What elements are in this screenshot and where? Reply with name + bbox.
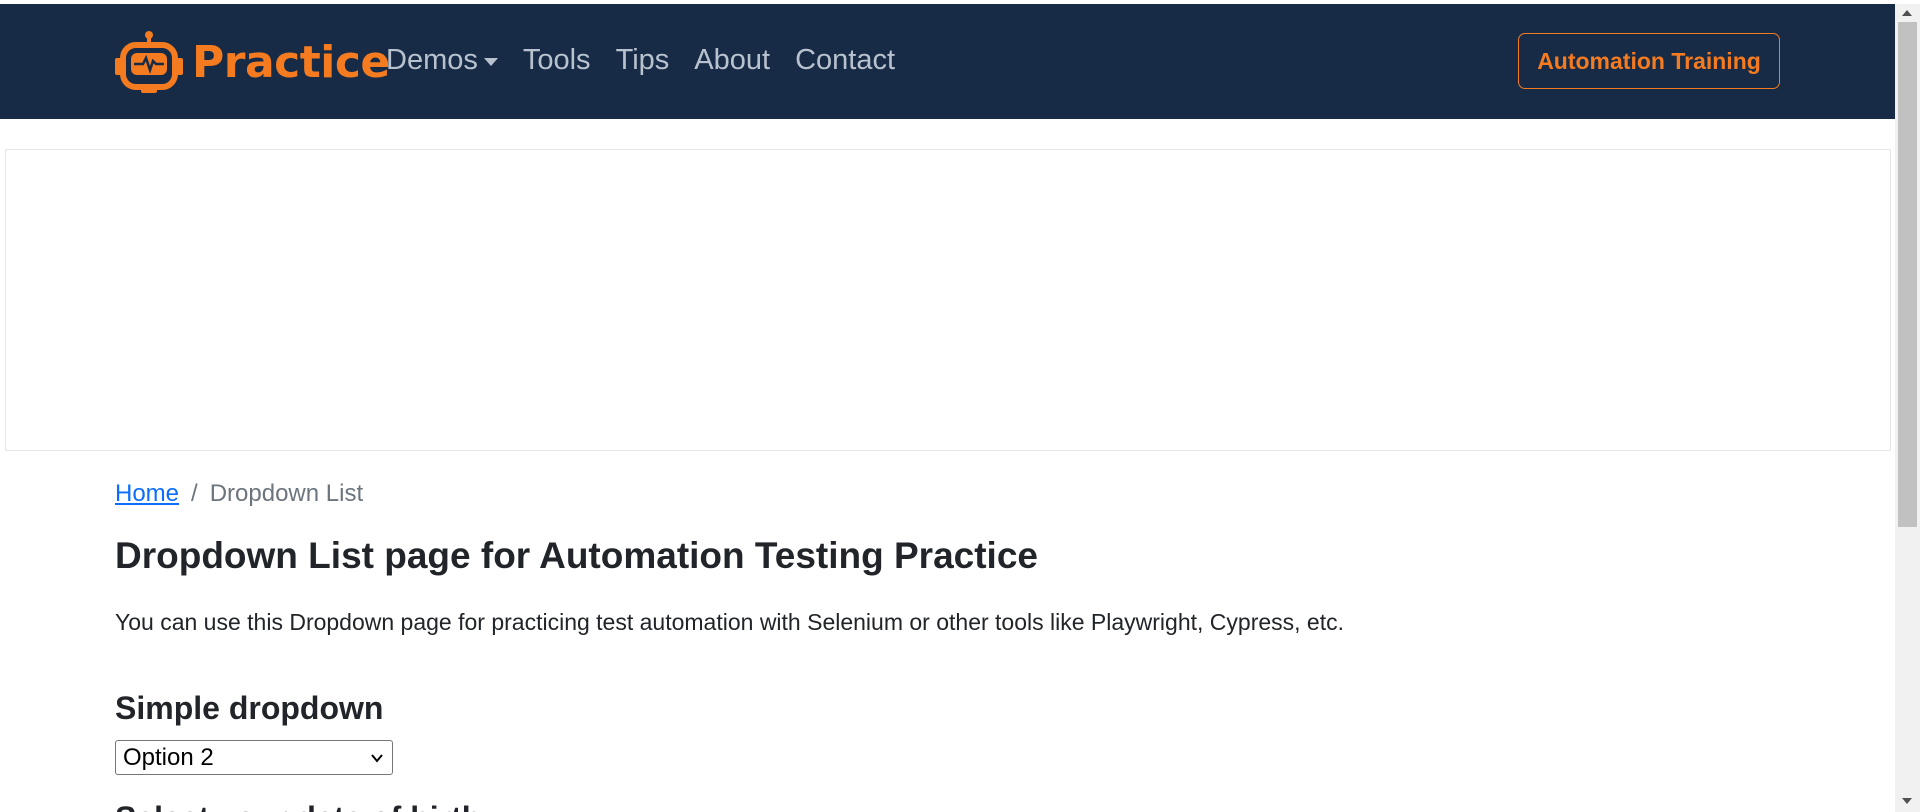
ad-placeholder [5, 149, 1891, 451]
scroll-up-arrow-icon[interactable] [1902, 10, 1912, 16]
nav-item-label: Tips [615, 44, 670, 76]
date-of-birth-heading: Select your date of birth [115, 800, 481, 812]
main-nav: Demos Tools Tips About Contact [386, 44, 920, 77]
nav-item-demos[interactable]: Demos [386, 44, 498, 77]
simple-dropdown-heading: Simple dropdown [115, 690, 384, 726]
scrollbar-thumb[interactable] [1898, 22, 1917, 527]
page-intro: You can use this Dropdown page for pract… [115, 609, 1344, 635]
brand-name: Practice [192, 36, 390, 88]
automation-training-button[interactable]: Automation Training [1518, 33, 1780, 89]
robot-logo-icon [115, 31, 183, 93]
brand-link[interactable]: Practice [114, 30, 390, 94]
nav-item-label: About [694, 44, 771, 76]
breadcrumb: Home / Dropdown List [115, 480, 363, 508]
nav-item-tools[interactable]: Tools [523, 44, 591, 77]
breadcrumb-current: Dropdown List [209, 480, 364, 507]
nav-item-label: Tools [522, 44, 591, 76]
caret-down-icon [483, 58, 498, 66]
nav-item-tips[interactable]: Tips [616, 44, 670, 77]
nav-item-label: Demos [386, 44, 478, 76]
page-title: Dropdown List page for Automation Testin… [115, 535, 1038, 576]
nav-item-about[interactable]: About [694, 44, 770, 77]
simple-dropdown-select[interactable]: Option 2 [115, 740, 393, 775]
select-value: Option 2 [123, 743, 214, 771]
scroll-down-arrow-icon[interactable] [1902, 798, 1912, 804]
nav-item-contact[interactable]: Contact [795, 44, 895, 77]
chevron-down-icon [371, 754, 383, 763]
breadcrumb-home-link[interactable]: Home [115, 480, 179, 508]
breadcrumb-separator: / [191, 480, 198, 507]
nav-item-label: Contact [795, 44, 896, 76]
top-navbar: Practice Demos Tools Tips About Contact … [0, 4, 1895, 119]
